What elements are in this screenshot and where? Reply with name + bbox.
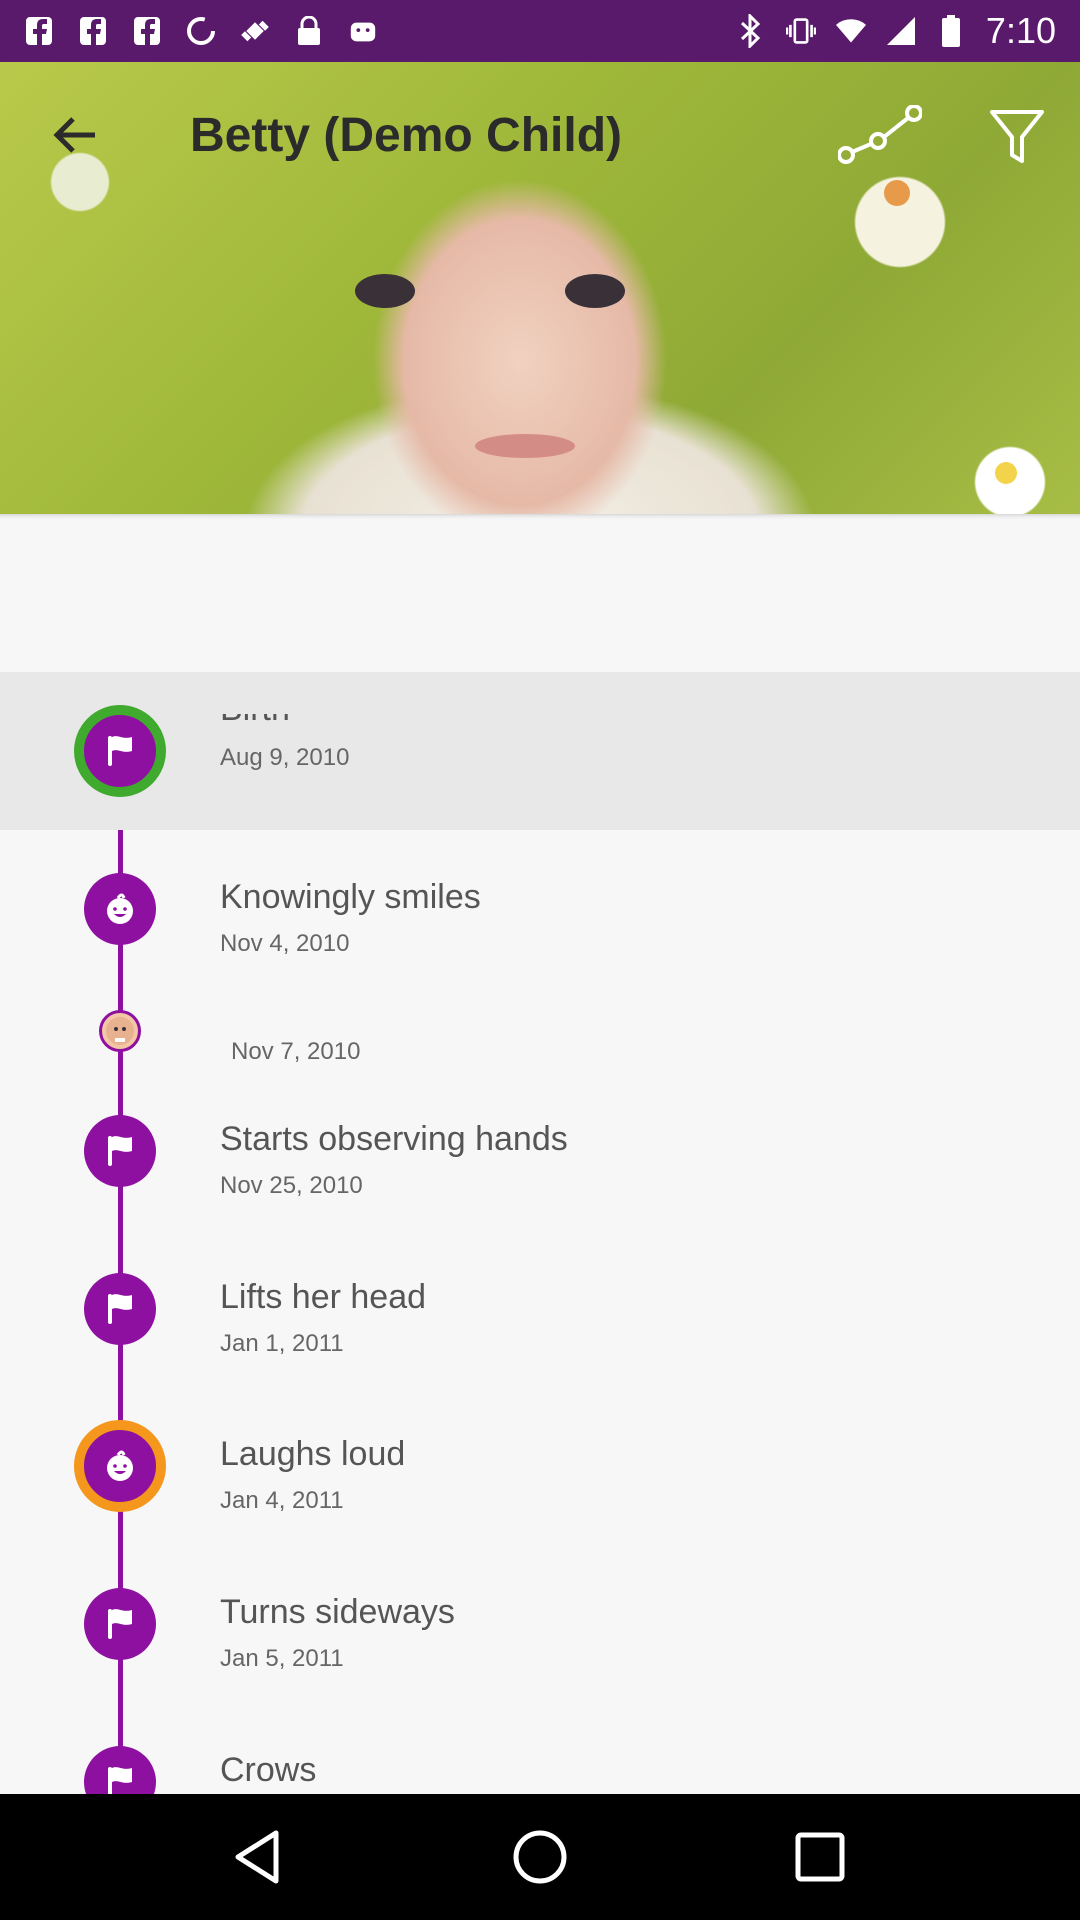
item-date: Nov 4, 2010 — [220, 930, 350, 957]
back-triangle-icon — [235, 1830, 279, 1884]
flag-icon — [108, 1136, 132, 1166]
status-right: 7:10 — [736, 10, 1056, 52]
list-item[interactable]: Nov 7, 2010 — [0, 988, 1080, 1078]
navigation-bar — [0, 1794, 1080, 1920]
flag-icon — [108, 736, 132, 766]
status-bar: 7:10 — [0, 0, 1080, 62]
status-time: 7:10 — [985, 10, 1056, 51]
list-item[interactable]: Laughs loud Jan 4, 2011 — [0, 1387, 1080, 1545]
timeline-node — [84, 1273, 156, 1345]
timeline-node — [84, 1588, 156, 1660]
item-title: Knowingly smiles — [220, 878, 481, 916]
lock-icon — [294, 16, 324, 46]
toolbar: Betty (Demo Child) — [0, 62, 1080, 212]
flag-icon — [108, 1294, 132, 1324]
facebook-icon — [78, 16, 108, 46]
fake-gps-icon — [240, 16, 270, 46]
list-item[interactable]: Birth Aug 9, 2010 — [0, 672, 1080, 830]
item-title: Laughs loud — [220, 1435, 406, 1473]
item-date: Aug 9, 2010 — [220, 744, 350, 771]
nav-back-button[interactable] — [220, 1817, 300, 1897]
item-title: Turns sideways — [220, 1593, 455, 1631]
item-date: Nov 7, 2010 — [231, 1038, 361, 1065]
status-left — [24, 16, 378, 46]
item-date: Jan 4, 2011 — [220, 1487, 344, 1514]
list-item[interactable]: Starts observing hands Nov 25, 2010 — [0, 1072, 1080, 1230]
timeline-node — [74, 705, 166, 797]
facebook-icon — [132, 16, 162, 46]
line-chart-icon — [837, 103, 923, 170]
item-title: Lifts her head — [220, 1278, 427, 1316]
home-circle-icon — [513, 1830, 567, 1884]
back-button[interactable] — [40, 102, 110, 172]
flag-icon — [108, 1609, 132, 1639]
recents-square-icon — [795, 1832, 845, 1882]
timeline-list[interactable]: Birth Aug 9, 2010 Knowingly smiles Nov 4… — [0, 672, 1080, 1794]
facebook-icon — [24, 16, 54, 46]
timeline-node — [84, 873, 156, 945]
data-saver-icon — [186, 16, 216, 46]
nav-home-button[interactable] — [500, 1817, 580, 1897]
item-date: Jan 1, 2011 — [220, 1330, 344, 1357]
chart-button[interactable] — [837, 100, 923, 174]
nav-recents-button[interactable] — [780, 1817, 860, 1897]
wifi-icon — [835, 16, 866, 46]
flag-icon — [108, 1767, 132, 1794]
signal-icon — [886, 16, 916, 46]
battery-icon — [936, 15, 966, 47]
header-spacer — [0, 514, 1080, 672]
list-item[interactable]: Turns sideways Jan 5, 2011 — [0, 1545, 1080, 1703]
item-date: Jan 5, 2011 — [220, 1645, 344, 1672]
filter-button[interactable] — [980, 102, 1054, 176]
vibrate-icon — [785, 16, 816, 46]
bluetooth-icon — [736, 14, 766, 48]
item-title: Starts observing hands — [220, 1120, 568, 1158]
photo-eye-left — [355, 274, 415, 308]
arrow-back-icon — [53, 115, 97, 160]
photo-thumbnail — [99, 1010, 141, 1052]
filter-icon — [990, 109, 1044, 170]
item-title: Crows — [220, 1751, 317, 1789]
page-title: Betty (Demo Child) — [190, 109, 622, 162]
item-title: Birth — [220, 690, 290, 728]
item-date: Nov 25, 2010 — [220, 1172, 363, 1199]
list-item[interactable]: Lifts her head Jan 1, 2011 — [0, 1230, 1080, 1388]
android-icon — [348, 16, 378, 46]
photo-mouth — [475, 434, 575, 458]
baby-face-icon — [107, 1450, 133, 1481]
list-item[interactable]: Crows — [0, 1703, 1080, 1794]
timeline-node — [84, 1115, 156, 1187]
photo-flower — [995, 462, 1017, 484]
timeline-node — [74, 1420, 166, 1512]
list-item[interactable]: Knowingly smiles Nov 4, 2010 — [0, 830, 1080, 988]
baby-face-icon — [107, 893, 133, 924]
photo-eye-right — [565, 274, 625, 308]
timeline-node — [84, 1746, 156, 1794]
